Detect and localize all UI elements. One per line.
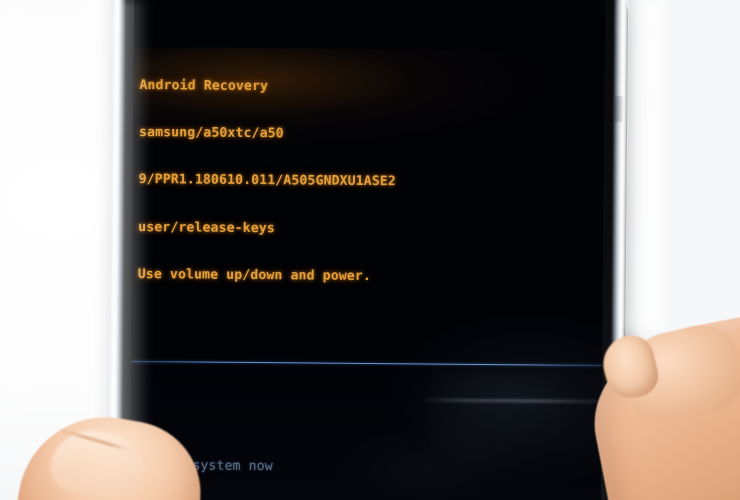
screenshot-root: Android Recovery samsung/a50xtc/a50 9/PP… xyxy=(0,0,740,500)
recovery-header: Android Recovery samsung/a50xtc/a50 9/PP… xyxy=(131,46,605,318)
header-line-device: samsung/a50xtc/a50 xyxy=(138,125,284,142)
header-line-instructions: Use volume up/down and power. xyxy=(137,266,371,284)
screen-reflection-block xyxy=(430,372,581,474)
header-line-build: 9/PPR1.180610.011/A505GNDXU1ASE2 xyxy=(138,172,396,190)
phone-screen[interactable]: Android Recovery samsung/a50xtc/a50 9/PP… xyxy=(129,0,606,500)
header-separator xyxy=(131,360,603,366)
header-line-keys: user/release-keys xyxy=(138,219,275,236)
volume-button[interactable] xyxy=(613,95,624,123)
header-title-cutoff: Android Recovery xyxy=(139,78,269,95)
